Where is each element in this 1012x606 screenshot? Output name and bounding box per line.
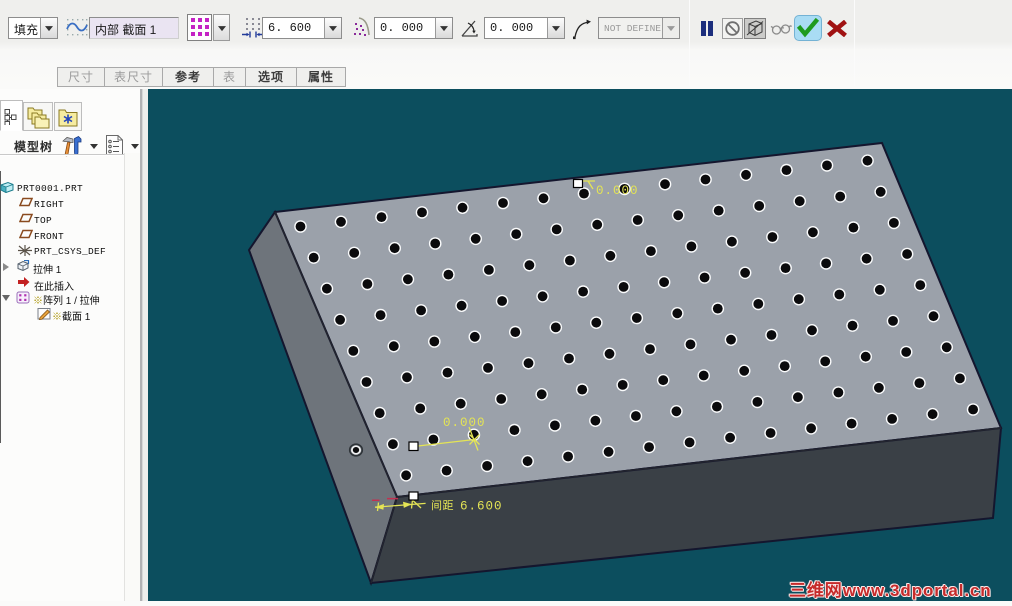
- svg-text:间距: 间距: [431, 499, 454, 512]
- svg-text:0.000: 0.000: [443, 416, 486, 430]
- svg-text:0.000: 0.000: [596, 184, 639, 198]
- svg-text:6.600: 6.600: [460, 500, 503, 514]
